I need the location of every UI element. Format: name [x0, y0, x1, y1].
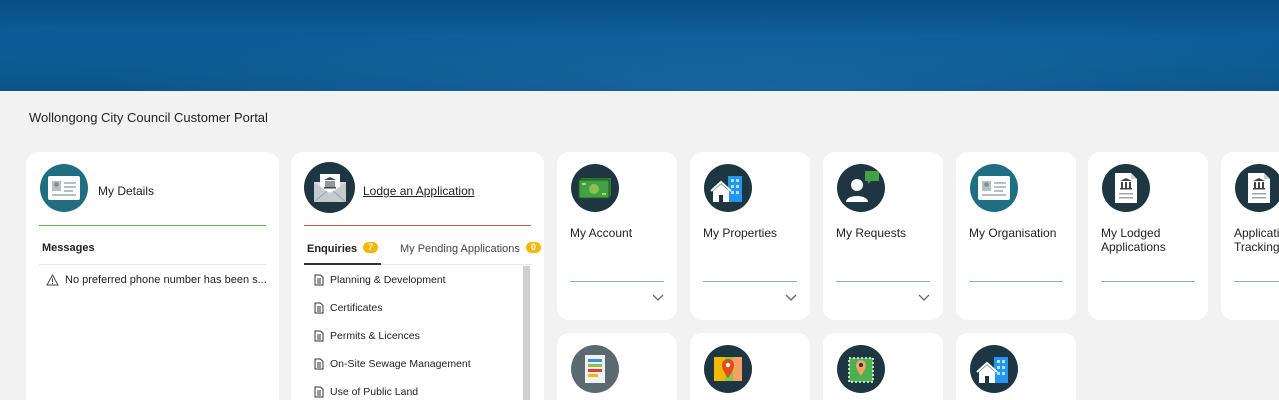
message-item[interactable]: No preferred phone number has been s...: [46, 274, 267, 286]
divider: [969, 281, 1063, 282]
tab-pending-applications[interactable]: My Pending Applications 0: [400, 242, 541, 255]
id-card-icon: [970, 164, 1018, 212]
list-item[interactable]: Permits & Licences: [304, 322, 524, 350]
divider: [570, 281, 664, 282]
tab-label: Enquiries: [307, 243, 358, 255]
scrollbar[interactable]: [523, 266, 530, 400]
tab-label: My Pending Applications: [400, 243, 520, 255]
chevron-down-icon[interactable]: [651, 293, 665, 303]
document-icon: [314, 274, 324, 286]
tile-label: My Lodged Applications: [1101, 226, 1166, 254]
document-icon: [314, 302, 324, 314]
chevron-down-icon[interactable]: [917, 293, 931, 303]
my-lodged-applications-tile[interactable]: My Lodged Applications: [1088, 152, 1208, 320]
house-building-icon: [704, 164, 752, 212]
house-building-icon: [970, 345, 1018, 393]
document-icon: [314, 358, 324, 370]
list-item-label: Permits & Licences: [330, 330, 420, 342]
map-pin-icon: [704, 345, 752, 393]
list-item-label: Planning & Development: [330, 274, 446, 286]
messages-heading: Messages: [42, 242, 95, 254]
list-item[interactable]: Use of Public Land: [304, 378, 524, 400]
header-banner: [0, 0, 1279, 91]
count-badge: 0: [525, 242, 541, 253]
divider: [703, 281, 797, 282]
location-map-icon: [837, 345, 885, 393]
active-tab-indicator: [304, 263, 381, 265]
tile[interactable]: [557, 333, 677, 400]
my-account-tile[interactable]: My Account: [557, 152, 677, 320]
list-item[interactable]: Certificates: [304, 294, 524, 322]
enquiry-list: Planning & Development Certificates Perm…: [304, 266, 524, 400]
warning-icon: [46, 274, 59, 286]
tile-label: My Organisation: [969, 226, 1057, 240]
divider: [39, 264, 266, 265]
lodge-application-link[interactable]: Lodge an Application: [363, 184, 474, 198]
divider: [304, 225, 531, 226]
list-item-label: Use of Public Land: [330, 386, 419, 398]
money-icon: [571, 164, 619, 212]
list-item-label: On-Site Sewage Management: [330, 358, 471, 370]
divider: [39, 225, 266, 226]
person-chat-icon: [837, 164, 885, 212]
tile[interactable]: [823, 333, 943, 400]
message-text: No preferred phone number has been s...: [65, 274, 267, 286]
divider: [1234, 281, 1279, 282]
form-document-icon: [571, 345, 619, 393]
tile[interactable]: [956, 333, 1076, 400]
tile[interactable]: [690, 333, 810, 400]
divider: [381, 264, 531, 265]
count-badge: 7: [363, 242, 379, 253]
my-organisation-tile[interactable]: My Organisation: [956, 152, 1076, 320]
tile-label: My Account: [570, 226, 633, 240]
tile-label: My Properties: [703, 226, 778, 240]
list-item[interactable]: Planning & Development: [304, 266, 524, 294]
portal-title: Wollongong City Council Customer Portal: [29, 110, 268, 125]
applications-tracking-tile[interactable]: Applications Tracking: [1221, 152, 1279, 320]
document-building-icon: [1235, 164, 1279, 212]
document-icon: [314, 330, 324, 342]
id-card-icon: [40, 164, 88, 212]
my-requests-tile[interactable]: My Requests: [823, 152, 943, 320]
document-building-icon: [1102, 164, 1150, 212]
tile-label: Applications Tracking: [1234, 226, 1279, 254]
tile-label: My Requests: [836, 226, 907, 240]
my-details-title: My Details: [98, 184, 155, 198]
tab-enquiries[interactable]: Enquiries 7: [307, 242, 379, 255]
chevron-down-icon[interactable]: [784, 293, 798, 303]
divider: [1101, 281, 1195, 282]
divider: [836, 281, 930, 282]
list-item-label: Certificates: [330, 302, 383, 314]
envelope-building-icon: [304, 162, 355, 213]
document-icon: [314, 386, 324, 398]
my-details-card[interactable]: My Details Messages No preferred phone n…: [26, 152, 279, 400]
lodge-application-card: Lodge an Application Enquiries 7 My Pendi…: [291, 152, 544, 400]
my-properties-tile[interactable]: My Properties: [690, 152, 810, 320]
list-item[interactable]: On-Site Sewage Management: [304, 350, 524, 378]
